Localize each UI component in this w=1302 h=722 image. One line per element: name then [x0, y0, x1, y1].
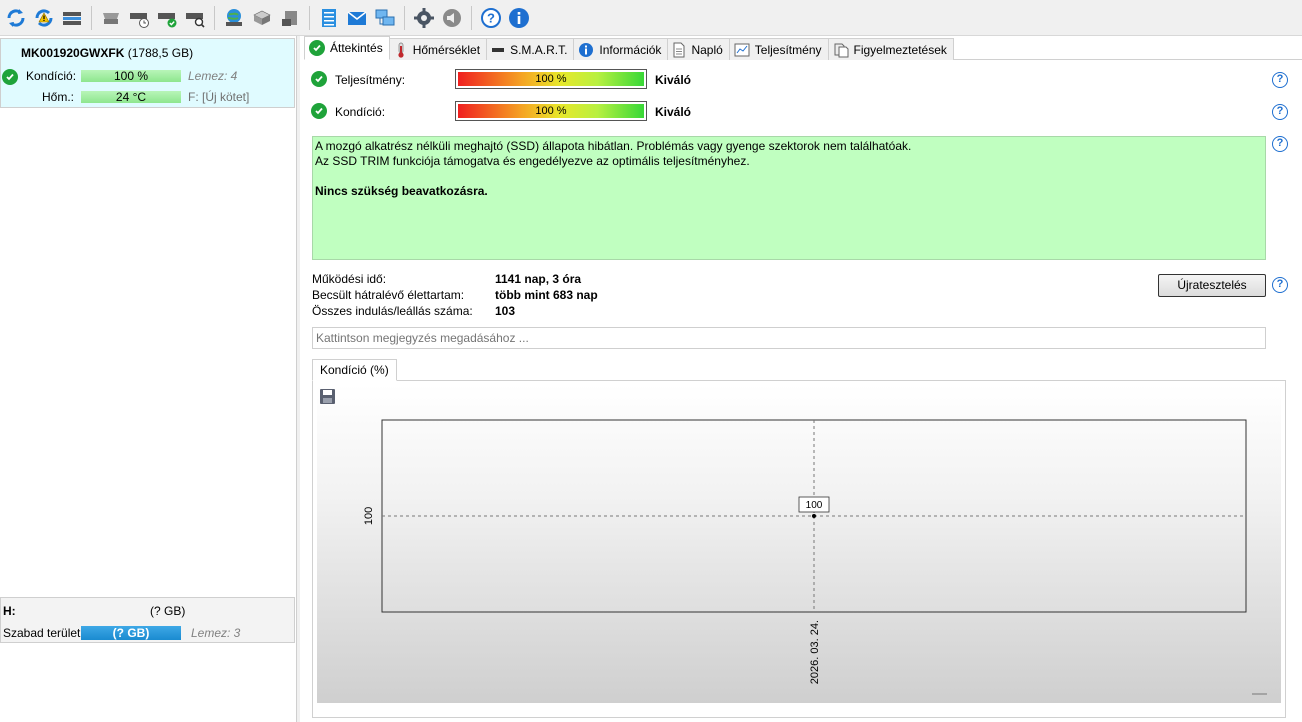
data-point [812, 514, 816, 518]
volume-disk-number: Lemez: 3 [191, 626, 241, 640]
check-icon [311, 71, 327, 87]
help-icon[interactable]: ? [1272, 72, 1288, 88]
free-space-bar: (? GB) [81, 626, 181, 640]
help-icon[interactable]: ? [479, 6, 503, 30]
starts-value: 103 [495, 304, 516, 318]
condition-chart: 100 100 2026. 03. 24. [320, 389, 1267, 695]
condition-label: Kondíció: [26, 69, 77, 83]
performance-value: 100 % [458, 72, 644, 86]
drive-icon [491, 43, 505, 57]
gear-icon[interactable] [412, 6, 436, 30]
tab-label: Áttekintés [330, 41, 383, 55]
drive-search-icon[interactable] [183, 6, 207, 30]
condition-meter: 100 % [455, 101, 647, 121]
info-icon[interactable] [507, 6, 531, 30]
disk-title: MK001920GWXFK (1788,5 GB) [21, 46, 193, 60]
chart-tab-condition[interactable]: Kondíció (%) [312, 359, 397, 381]
tab-label: Teljesítmény [754, 42, 822, 57]
y-tick-label: 100 [363, 507, 375, 525]
condition-bar: 100 % [81, 70, 181, 82]
drive-grey-icon[interactable] [99, 6, 123, 30]
message-line: A mozgó alkatrész nélküli meghajtó (SSD)… [315, 139, 912, 153]
data-label: 100 [806, 500, 823, 511]
tab-alerts[interactable]: Figyelmeztetések [827, 38, 954, 60]
condition-label: Kondíció: [335, 105, 386, 119]
tab-information[interactable]: Információk [573, 38, 669, 60]
drive-settings-icon[interactable] [278, 6, 302, 30]
uptime-value: 1141 nap, 3 óra [495, 272, 582, 286]
left-panel: MK001920GWXFK (1788,5 GB) Kondíció: 100 … [0, 36, 297, 722]
message-line: Az SSD TRIM funkciója támogatva és enged… [315, 154, 750, 168]
message-conclusion: Nincs szükség beavatkozásra. [315, 184, 488, 198]
tab-log[interactable]: Napló [667, 38, 730, 60]
refresh-icon[interactable] [4, 6, 28, 30]
help-icon[interactable]: ? [1272, 136, 1288, 152]
volume-label: F: [Új kötet] [188, 90, 250, 104]
help-icon[interactable]: ? [1272, 104, 1288, 120]
toolbar: ? [0, 0, 1302, 36]
tab-label: Hőmérséklet [412, 42, 481, 57]
retest-button[interactable]: Újratesztelés [1158, 274, 1266, 297]
disk-item[interactable]: MK001920GWXFK (1788,5 GB) Kondíció: 100 … [0, 38, 295, 108]
info-icon [578, 42, 594, 58]
lifetime-label: Becsült hátralévő élettartam: [312, 288, 465, 302]
tab-label: S.M.A.R.T. [510, 42, 568, 57]
tab-overview[interactable]: Áttekintés [304, 36, 390, 60]
check-icon [2, 69, 18, 85]
disk-size: (1788,5 GB) [127, 46, 194, 60]
lifetime-value: több mint 683 nap [495, 288, 598, 302]
main-panel: Áttekintés Hőmérséklet S.M.A.R.T. Inform… [300, 36, 1302, 722]
tab-label: Napló [691, 42, 723, 57]
check-icon [311, 103, 327, 119]
mail-icon[interactable] [345, 6, 369, 30]
help-icon[interactable]: ? [1272, 277, 1288, 293]
tab-label: Figyelmeztetések [853, 42, 947, 57]
drive-check-icon[interactable] [155, 6, 179, 30]
chart-frame: 100 100 2026. 03. 24. [312, 380, 1286, 718]
svg-text:?: ? [487, 10, 495, 25]
temperature-bar: 24 °C [81, 91, 181, 103]
speaker-icon[interactable] [440, 6, 464, 30]
note-input[interactable] [312, 327, 1266, 349]
volume-letter: H: [3, 604, 16, 618]
volume-size: (? GB) [150, 604, 186, 618]
temperature-label: Hőm.: [42, 90, 75, 104]
network-icon[interactable] [373, 6, 397, 30]
tab-temperature[interactable]: Hőmérséklet [388, 38, 488, 60]
drive-stack-icon[interactable] [250, 6, 274, 30]
tab-bar: Áttekintés Hőmérséklet S.M.A.R.T. Inform… [304, 36, 954, 60]
x-tick-label: 2026. 03. 24. [809, 620, 821, 684]
uptime-label: Működési idő: [312, 272, 387, 286]
free-space-label: Szabad terület [3, 626, 81, 640]
performance-meter: 100 % [455, 69, 647, 89]
performance-chart-icon [734, 43, 750, 57]
document-icon [672, 42, 686, 58]
drive-clock-icon[interactable] [127, 6, 151, 30]
condition-rating: Kiváló [655, 105, 692, 119]
alerts-icon [833, 42, 849, 58]
disk-model: MK001920GWXFK [21, 46, 125, 60]
disk-number: Lemez: 4 [188, 69, 238, 83]
volume-item[interactable]: H: (? GB) Szabad terület (? GB) Lemez: 3 [0, 597, 295, 643]
tab-label: Információk [599, 42, 662, 57]
condition-value: 100 % [458, 104, 644, 118]
drive-icon[interactable] [60, 6, 84, 30]
tab-performance[interactable]: Teljesítmény [728, 38, 829, 60]
refresh-warning-icon[interactable] [32, 6, 56, 30]
check-icon [309, 40, 325, 56]
thermometer-icon [394, 42, 408, 58]
starts-label: Összes indulás/leállás száma: [312, 304, 473, 318]
tab-smart[interactable]: S.M.A.R.T. [486, 38, 575, 60]
chart-area: 100 100 2026. 03. 24. [317, 385, 1281, 703]
performance-label: Teljesítmény: [335, 73, 406, 87]
notepad-icon[interactable] [317, 6, 341, 30]
status-message: A mozgó alkatrész nélküli meghajtó (SSD)… [312, 136, 1266, 260]
globe-drive-icon[interactable] [222, 6, 246, 30]
performance-rating: Kiváló [655, 73, 692, 87]
